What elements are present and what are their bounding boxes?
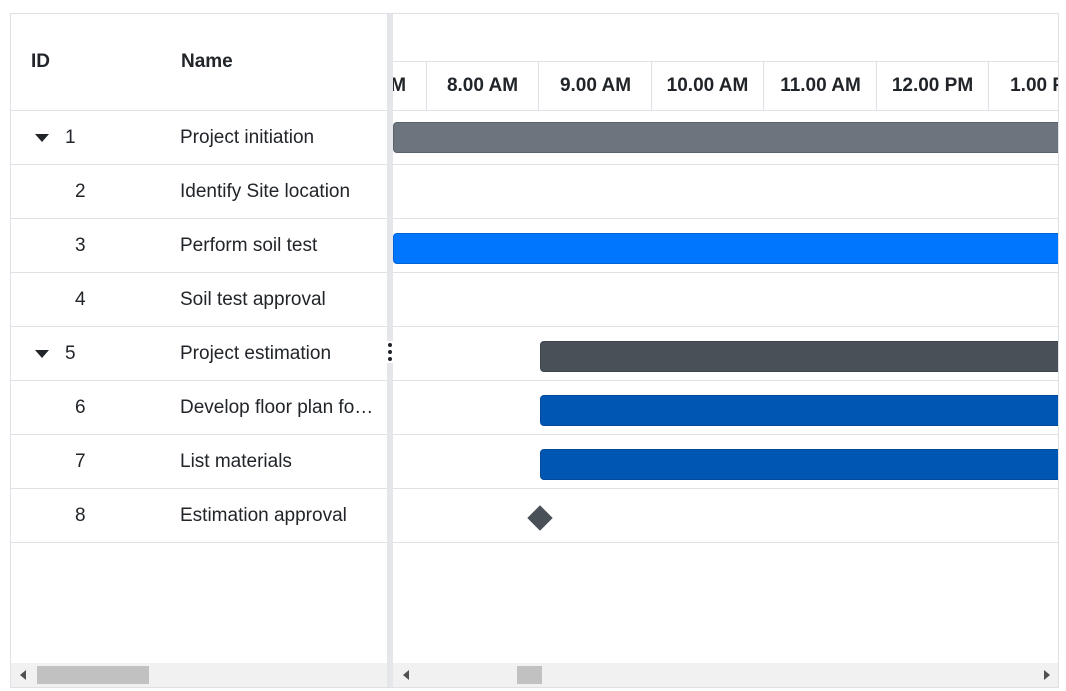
chart-row-8 xyxy=(393,489,1058,543)
cell-id: 3 xyxy=(75,235,86,256)
timeline-cell: 8.00 AM xyxy=(427,62,539,110)
chart-row-4 xyxy=(393,273,1058,327)
grid-row-4[interactable]: 4 Soil test approval xyxy=(11,273,387,327)
grid-row-2[interactable]: 2 Identify Site location xyxy=(11,165,387,219)
timeline-cell: 9.00 AM xyxy=(540,62,652,110)
triangle-left-icon[interactable] xyxy=(20,670,26,680)
timeline-bottom-tier: 7.00 AM 8.00 AM 9.00 AM 10.00 AM 11.00 A… xyxy=(393,62,1058,111)
grid-row-7[interactable]: 7 List materials xyxy=(11,435,387,489)
grid-row-8[interactable]: 8 Estimation approval xyxy=(11,489,387,543)
grid-horizontal-scrollbar[interactable] xyxy=(11,663,387,687)
cell-id: 5 xyxy=(65,343,76,364)
grid-row-3[interactable]: 3 Perform soil test xyxy=(11,219,387,273)
caret-down-icon[interactable] xyxy=(35,134,49,142)
timeline-cell: 12.00 PM xyxy=(877,62,989,110)
grid-row-5[interactable]: 5 Project estimation xyxy=(11,327,387,381)
cell-id: 7 xyxy=(75,451,86,472)
cell-name: Estimation approval xyxy=(180,505,347,526)
cell-name: Identify Site location xyxy=(180,181,351,202)
taskbar[interactable] xyxy=(393,233,1058,264)
grid-header: ID Name xyxy=(11,14,387,111)
cell-id: 8 xyxy=(75,505,86,526)
caret-down-icon[interactable] xyxy=(35,350,49,358)
gantt-chart: ID Name 1 Project initiation 2 Identify … xyxy=(10,13,1059,688)
cell-name: Develop floor plan for estimation xyxy=(180,397,375,418)
cell-name: Soil test approval xyxy=(180,289,326,310)
parent-taskbar[interactable] xyxy=(393,122,1058,153)
cell-id: 6 xyxy=(75,397,86,418)
parent-taskbar[interactable] xyxy=(540,341,1058,372)
timeline-cell: 7.00 AM xyxy=(393,62,427,110)
chart-row-1 xyxy=(393,111,1058,165)
scrollbar-thumb[interactable] xyxy=(517,666,542,684)
grid-row-1[interactable]: 1 Project initiation xyxy=(11,111,387,165)
cell-name: Project estimation xyxy=(180,343,332,364)
taskbar[interactable] xyxy=(540,449,1058,480)
grid-row-6[interactable]: 6 Develop floor plan for estimation xyxy=(11,381,387,435)
taskbar[interactable] xyxy=(540,395,1058,426)
chart-horizontal-scrollbar[interactable] xyxy=(393,663,1058,687)
column-header-id[interactable]: ID xyxy=(31,51,50,73)
cell-name: List materials xyxy=(180,451,292,472)
chart-row-3 xyxy=(393,219,1058,273)
column-header-name[interactable]: Name xyxy=(181,51,233,73)
timeline-cell: 10.00 AM xyxy=(652,62,764,110)
scrollbar-thumb[interactable] xyxy=(37,666,149,684)
triangle-right-icon[interactable] xyxy=(1044,670,1050,680)
chart-pane: 7.00 AM 8.00 AM 9.00 AM 10.00 AM 11.00 A… xyxy=(393,14,1058,687)
cell-id: 4 xyxy=(75,289,86,310)
milestone-diamond-icon[interactable] xyxy=(527,505,553,531)
chart-row-2 xyxy=(393,165,1058,219)
cell-name: Perform soil test xyxy=(180,235,318,256)
chart-row-6 xyxy=(393,381,1058,435)
task-grid: ID Name 1 Project initiation 2 Identify … xyxy=(11,14,387,687)
cell-id: 1 xyxy=(65,127,76,148)
cell-id: 2 xyxy=(75,181,86,202)
chart-row-5 xyxy=(393,327,1058,381)
timeline-top-tier xyxy=(393,14,1058,62)
timeline-cell: 11.00 AM xyxy=(765,62,877,110)
cell-name: Project initiation xyxy=(180,127,315,148)
timeline-cell: 1.00 PM xyxy=(990,62,1058,110)
chart-row-7 xyxy=(393,435,1058,489)
triangle-left-icon[interactable] xyxy=(403,670,409,680)
